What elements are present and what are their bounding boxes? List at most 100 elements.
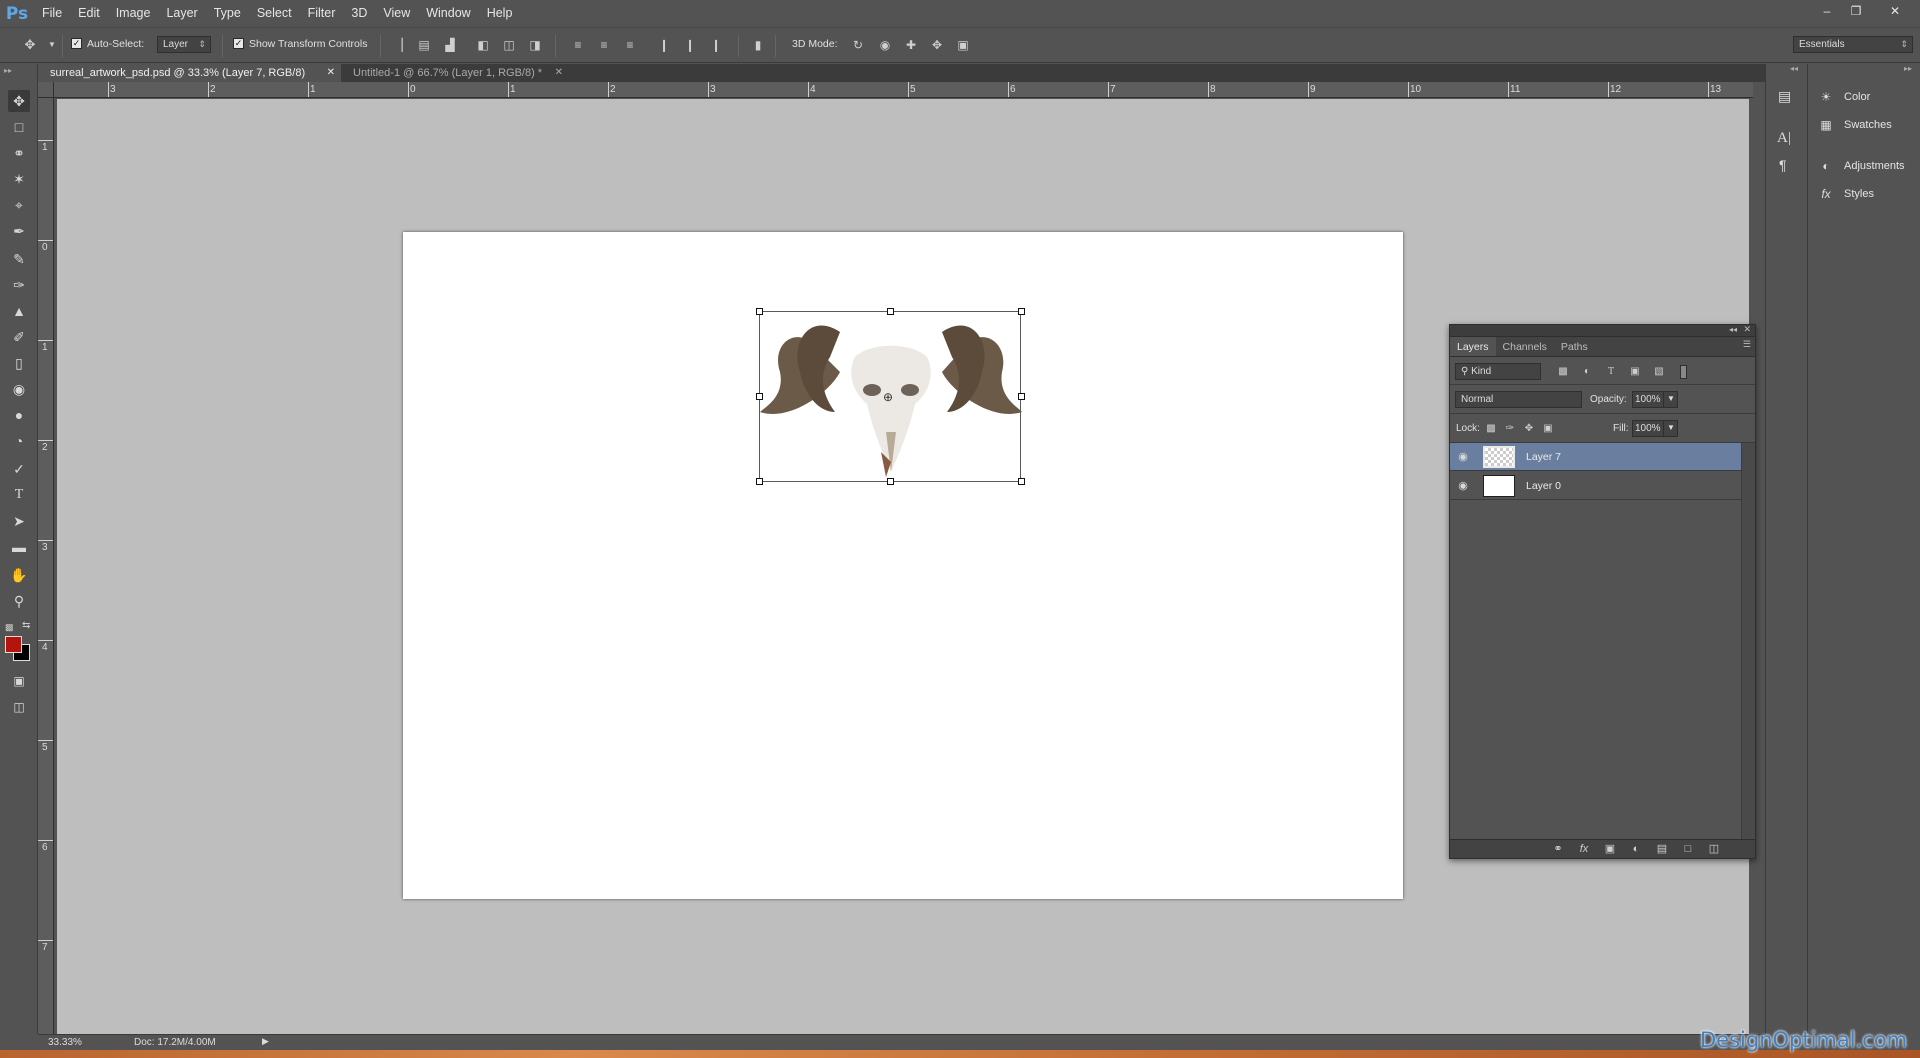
menu-help[interactable]: Help xyxy=(479,0,521,27)
path-selection-tool-icon[interactable]: ➤ xyxy=(8,510,30,532)
type-tool-icon[interactable]: T xyxy=(8,484,30,506)
3d-roll-icon[interactable]: ◉ xyxy=(877,37,893,53)
layers-scrollbar[interactable] xyxy=(1741,443,1755,839)
fill-slider-toggle[interactable]: ▼ xyxy=(1663,420,1678,437)
transform-handle-bottom[interactable] xyxy=(887,478,894,485)
filter-toggle-switch[interactable] xyxy=(1680,365,1687,379)
align-hcenter-icon[interactable]: ◫ xyxy=(501,37,517,53)
auto-select-target-dropdown[interactable]: Layer xyxy=(157,36,211,53)
filter-type-icon[interactable]: T xyxy=(1604,365,1618,379)
menu-edit[interactable]: Edit xyxy=(70,0,108,27)
fill-input[interactable]: 100% xyxy=(1632,420,1664,437)
vertical-ruler[interactable]: 1 0 1 2 3 4 5 6 7 xyxy=(38,82,54,1034)
align-right-icon[interactable]: ◨ xyxy=(527,37,543,53)
rectangle-tool-icon[interactable]: ▬ xyxy=(8,536,30,558)
layer-mask-icon[interactable]: ▣ xyxy=(1602,842,1618,856)
foreground-color-swatch[interactable] xyxy=(5,636,22,653)
blend-mode-dropdown[interactable]: Normal xyxy=(1455,391,1582,408)
lock-position-icon[interactable]: ✥ xyxy=(1522,422,1536,436)
filter-shape-icon[interactable]: ▣ xyxy=(1628,365,1642,379)
menu-3d[interactable]: 3D xyxy=(343,0,375,27)
clone-stamp-tool-icon[interactable]: ▲ xyxy=(8,300,30,322)
3d-slide-icon[interactable]: ✥ xyxy=(929,37,945,53)
default-colors-icon[interactable]: ▩ xyxy=(5,622,14,633)
swap-colors-icon[interactable]: ⇆ xyxy=(22,620,30,631)
distribute-left-icon[interactable]: ❙ xyxy=(656,37,672,53)
new-group-icon[interactable]: ▤ xyxy=(1654,842,1670,856)
collapse-panel-icon[interactable]: ◂◂ xyxy=(1729,325,1737,334)
tab-channels[interactable]: Channels xyxy=(1496,337,1554,356)
close-panel-icon[interactable]: ✕ xyxy=(1743,324,1751,335)
transform-handle-top-right[interactable] xyxy=(1018,308,1025,315)
tab-layers[interactable]: Layers xyxy=(1450,337,1496,356)
history-panel-icon[interactable]: ▤ xyxy=(1778,88,1791,105)
healing-brush-tool-icon[interactable]: ✎ xyxy=(8,248,30,270)
panel-menu-icon[interactable]: ☰ xyxy=(1743,339,1751,350)
expand-icon[interactable]: ◂◂ xyxy=(1790,64,1798,73)
transform-handle-right[interactable] xyxy=(1018,393,1025,400)
menu-layer[interactable]: Layer xyxy=(158,0,205,27)
tab-surreal-artwork[interactable]: surreal_artwork_psd.psd @ 33.3% (Layer 7… xyxy=(38,64,341,82)
menu-window[interactable]: Window xyxy=(418,0,478,27)
3d-pan-icon[interactable]: ✚ xyxy=(903,37,919,53)
dock-item-styles[interactable]: fx Styles xyxy=(1818,183,1874,205)
history-brush-tool-icon[interactable]: ✐ xyxy=(8,326,30,348)
menu-view[interactable]: View xyxy=(375,0,418,27)
filter-smart-object-icon[interactable]: ▧ xyxy=(1652,365,1666,379)
collapse-dock-icon[interactable]: ▸▸ xyxy=(1904,64,1912,73)
dock-item-color[interactable]: ☀ Color xyxy=(1818,86,1871,108)
filter-pixel-icon[interactable]: ▩ xyxy=(1556,365,1570,379)
menu-image[interactable]: Image xyxy=(108,0,159,27)
distribute-right-icon[interactable]: ❙ xyxy=(708,37,724,53)
distribute-bottom-icon[interactable]: ≡ xyxy=(622,37,638,53)
minimize-icon[interactable]: – xyxy=(1816,2,1838,20)
marquee-tool-icon[interactable]: □ xyxy=(8,116,30,138)
auto-align-icon[interactable]: ▮ xyxy=(750,37,766,53)
close-icon[interactable]: ✕ xyxy=(1884,2,1906,20)
3d-rotate-icon[interactable]: ↻ xyxy=(850,37,866,53)
distribute-hcenter-icon[interactable]: ❙ xyxy=(682,37,698,53)
distribute-top-icon[interactable]: ≡ xyxy=(570,37,586,53)
close-tab-icon[interactable]: ✕ xyxy=(555,64,563,82)
visibility-eye-icon[interactable]: ◉ xyxy=(1455,449,1471,465)
move-tool-preset-icon[interactable]: ✥ xyxy=(22,37,38,53)
eraser-tool-icon[interactable]: ▯ xyxy=(8,352,30,374)
chevron-down-icon[interactable]: ▼ xyxy=(44,37,60,53)
opacity-slider-toggle[interactable]: ▼ xyxy=(1663,391,1678,408)
dodge-tool-icon[interactable]: ◔ xyxy=(8,430,30,452)
transform-handle-top-left[interactable] xyxy=(756,308,763,315)
collapse-icon[interactable]: ▸▸ xyxy=(4,66,12,75)
transform-bounding-box[interactable]: ⊕ xyxy=(756,308,1025,485)
ruler-origin[interactable] xyxy=(38,82,54,98)
pen-tool-icon[interactable]: ✓ xyxy=(8,458,30,480)
transform-handle-top[interactable] xyxy=(887,308,894,315)
tab-paths[interactable]: Paths xyxy=(1554,337,1595,356)
show-transform-checkbox[interactable]: ✓ xyxy=(233,38,244,49)
transform-handle-bottom-left[interactable] xyxy=(756,478,763,485)
distribute-vcenter-icon[interactable]: ≡ xyxy=(596,37,612,53)
3d-scale-icon[interactable]: ▣ xyxy=(955,37,971,53)
filter-adjustment-icon[interactable]: ◐ xyxy=(1580,365,1594,379)
link-layers-icon[interactable]: ⚭ xyxy=(1550,842,1566,856)
status-menu-arrow-icon[interactable]: ▶ xyxy=(262,1036,269,1047)
menu-file[interactable]: File xyxy=(34,0,70,27)
layer-row-layer-7[interactable]: ◉ Layer 7 xyxy=(1450,443,1741,471)
move-tool-icon[interactable]: ✥ xyxy=(8,90,30,112)
hand-tool-icon[interactable]: ✋ xyxy=(8,564,30,586)
restore-icon[interactable]: ❐ xyxy=(1845,2,1867,20)
brush-tool-icon[interactable]: ✑ xyxy=(8,274,30,296)
layer-row-layer-0[interactable]: ◉ Layer 0 xyxy=(1450,472,1741,500)
transform-handle-left[interactable] xyxy=(756,393,763,400)
lock-image-icon[interactable]: ✑ xyxy=(1503,422,1517,436)
align-vcenter-icon[interactable]: ▤ xyxy=(416,37,432,53)
lock-all-icon[interactable]: ▣ xyxy=(1541,422,1555,436)
blur-tool-icon[interactable]: ● xyxy=(8,404,30,426)
dock-item-swatches[interactable]: ▦ Swatches xyxy=(1818,114,1891,136)
zoom-tool-icon[interactable]: ⚲ xyxy=(8,590,30,612)
adjustment-layer-icon[interactable]: ◐ xyxy=(1628,842,1644,856)
character-panel-icon[interactable]: A| xyxy=(1777,130,1791,147)
close-tab-icon[interactable]: ✕ xyxy=(327,64,335,82)
lasso-tool-icon[interactable]: ⚭ xyxy=(8,142,30,164)
tab-untitled-1[interactable]: Untitled-1 @ 66.7% (Layer 1, RGB/8) * ✕ xyxy=(341,64,569,82)
workspace-dropdown[interactable]: Essentials xyxy=(1793,36,1913,53)
